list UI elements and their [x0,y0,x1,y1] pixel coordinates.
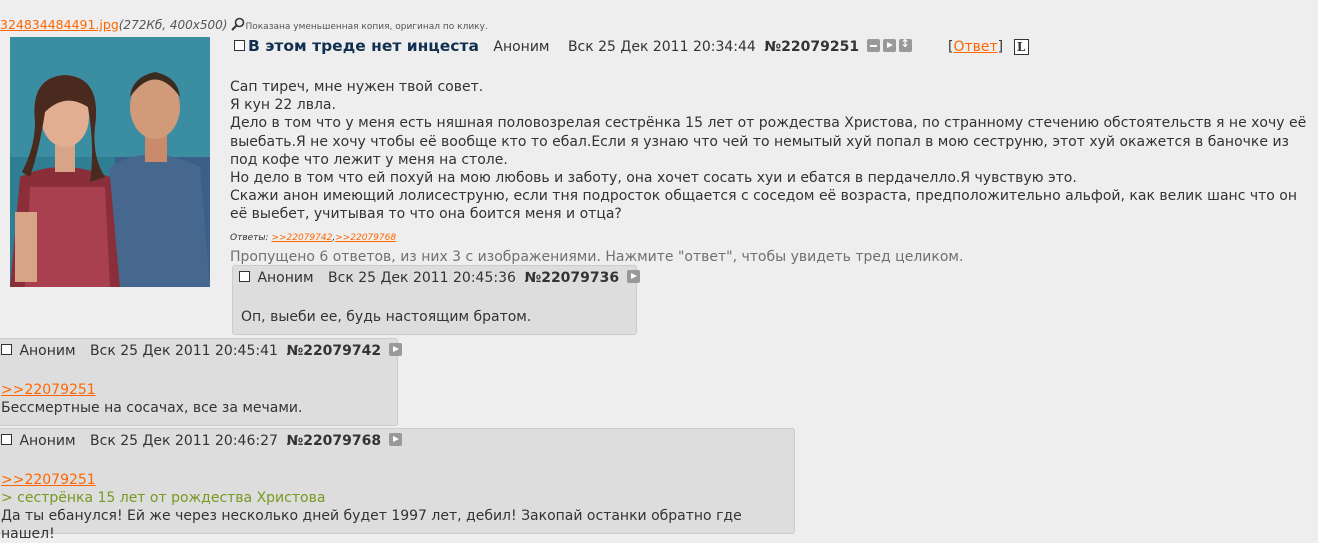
post-number[interactable]: №22079742 [286,343,381,359]
post-date: Вск 25 Дек 2011 20:45:36 [328,270,516,286]
post-date: Вск 25 Дек 2011 20:45:41 [90,343,278,359]
file-info: 324834484491.jpg(272Кб, 400x500) Показан… [0,17,488,32]
op-line: Но дело в том что ей похуй на мою любовь… [230,170,1077,187]
delete-checkbox[interactable] [239,271,250,282]
hide-icon[interactable] [866,39,880,52]
delete-checkbox[interactable] [1,344,12,355]
op-line: Скажи анон имеющий лолисеструню, если тн… [230,188,1298,223]
quote-link[interactable]: >>22079251 [1,382,96,398]
post-date: Вск 25 Дек 2011 20:46:27 [90,433,278,449]
expand-icon[interactable] [898,37,912,52]
replies-label: Ответы: [230,233,269,243]
poster-name: Аноним [19,433,76,449]
op-line: Дело в том что у меня есть няшная полово… [230,115,1307,168]
delete-checkbox[interactable] [234,40,245,51]
thread-subject: В этом треде нет инцеста [248,37,479,55]
poster-name: Аноним [257,270,314,286]
magnifier-icon[interactable] [231,17,245,31]
greentext-quote: > сестрёнка 15 лет от рождества Христова [1,490,326,506]
reply-header: Аноним Вск 25 Дек 2011 20:45:41 №2207974… [1,343,402,359]
reply-arrow-icon[interactable] [388,343,402,356]
poster-name: Аноним [493,39,550,55]
reply-arrow-icon[interactable] [882,39,896,52]
reply-message: >>22079251 > сестрёнка 15 лет от рождест… [1,471,794,543]
reply-post: Аноним Вск 25 Дек 2011 20:45:41 №2207974… [0,338,402,426]
delete-checkbox[interactable] [1,434,12,445]
reply-post: Аноним Вск 25 Дек 2011 20:45:36 №2207973… [232,265,640,335]
reply-message: >>22079251 Бессмертные на сосачах, все з… [1,381,302,417]
post-number[interactable]: №22079251 [764,39,859,55]
post-date: Вск 25 Дек 2011 20:34:44 [567,39,756,55]
omitted-notice: Пропущено 6 ответов, из них 3 с изображе… [230,249,964,265]
op-header: В этом треде нет инцеста Аноним Вск 25 Д… [234,37,1029,55]
reply-header: Аноним Вск 25 Дек 2011 20:46:27 №2207976… [1,433,402,449]
op-line: Я кун 22 лвла. [230,97,336,114]
op-thumbnail[interactable] [10,37,210,287]
l-badge-icon[interactable]: L [1013,39,1029,55]
op-message: Сап тиреч, мне нужен твой совет. Я кун 2… [230,78,1310,224]
reply-text: Бессмертные на сосачах, все за мечами. [1,400,303,416]
reply-ref-link[interactable]: >>22079768 [335,233,396,243]
reply-arrow-icon[interactable] [626,270,640,283]
reply-arrow-icon[interactable] [388,433,402,446]
replies-list: Ответы: >>22079742,>>22079768 [230,233,397,243]
reply-header: Аноним Вск 25 Дек 2011 20:45:36 №2207973… [239,270,640,286]
thumbnail-hint: Показана уменьшенная копия, оригинал по … [245,22,488,32]
file-link[interactable]: 324834484491.jpg [0,17,119,32]
poster-name: Аноним [19,343,76,359]
reply-text: Оп, выеби ее, будь настоящим братом. [241,309,532,325]
reply-post: Аноним Вск 25 Дек 2011 20:46:27 №2207976… [0,428,795,542]
post-number[interactable]: №22079736 [524,270,619,286]
op-line: Сап тиреч, мне нужен твой совет. [230,79,484,95]
reply-link[interactable]: Ответ [953,39,997,55]
reply-ref-link[interactable]: >>22079742 [271,233,332,243]
reply-text: Да ты ебанулся! Ей же через несколько дн… [1,508,742,542]
file-meta: (272Кб, 400x500) [118,18,228,32]
post-number[interactable]: №22079768 [286,433,381,449]
reply-link-wrapper: [Ответ] [947,39,1004,55]
quote-link[interactable]: >>22079251 [1,472,96,488]
